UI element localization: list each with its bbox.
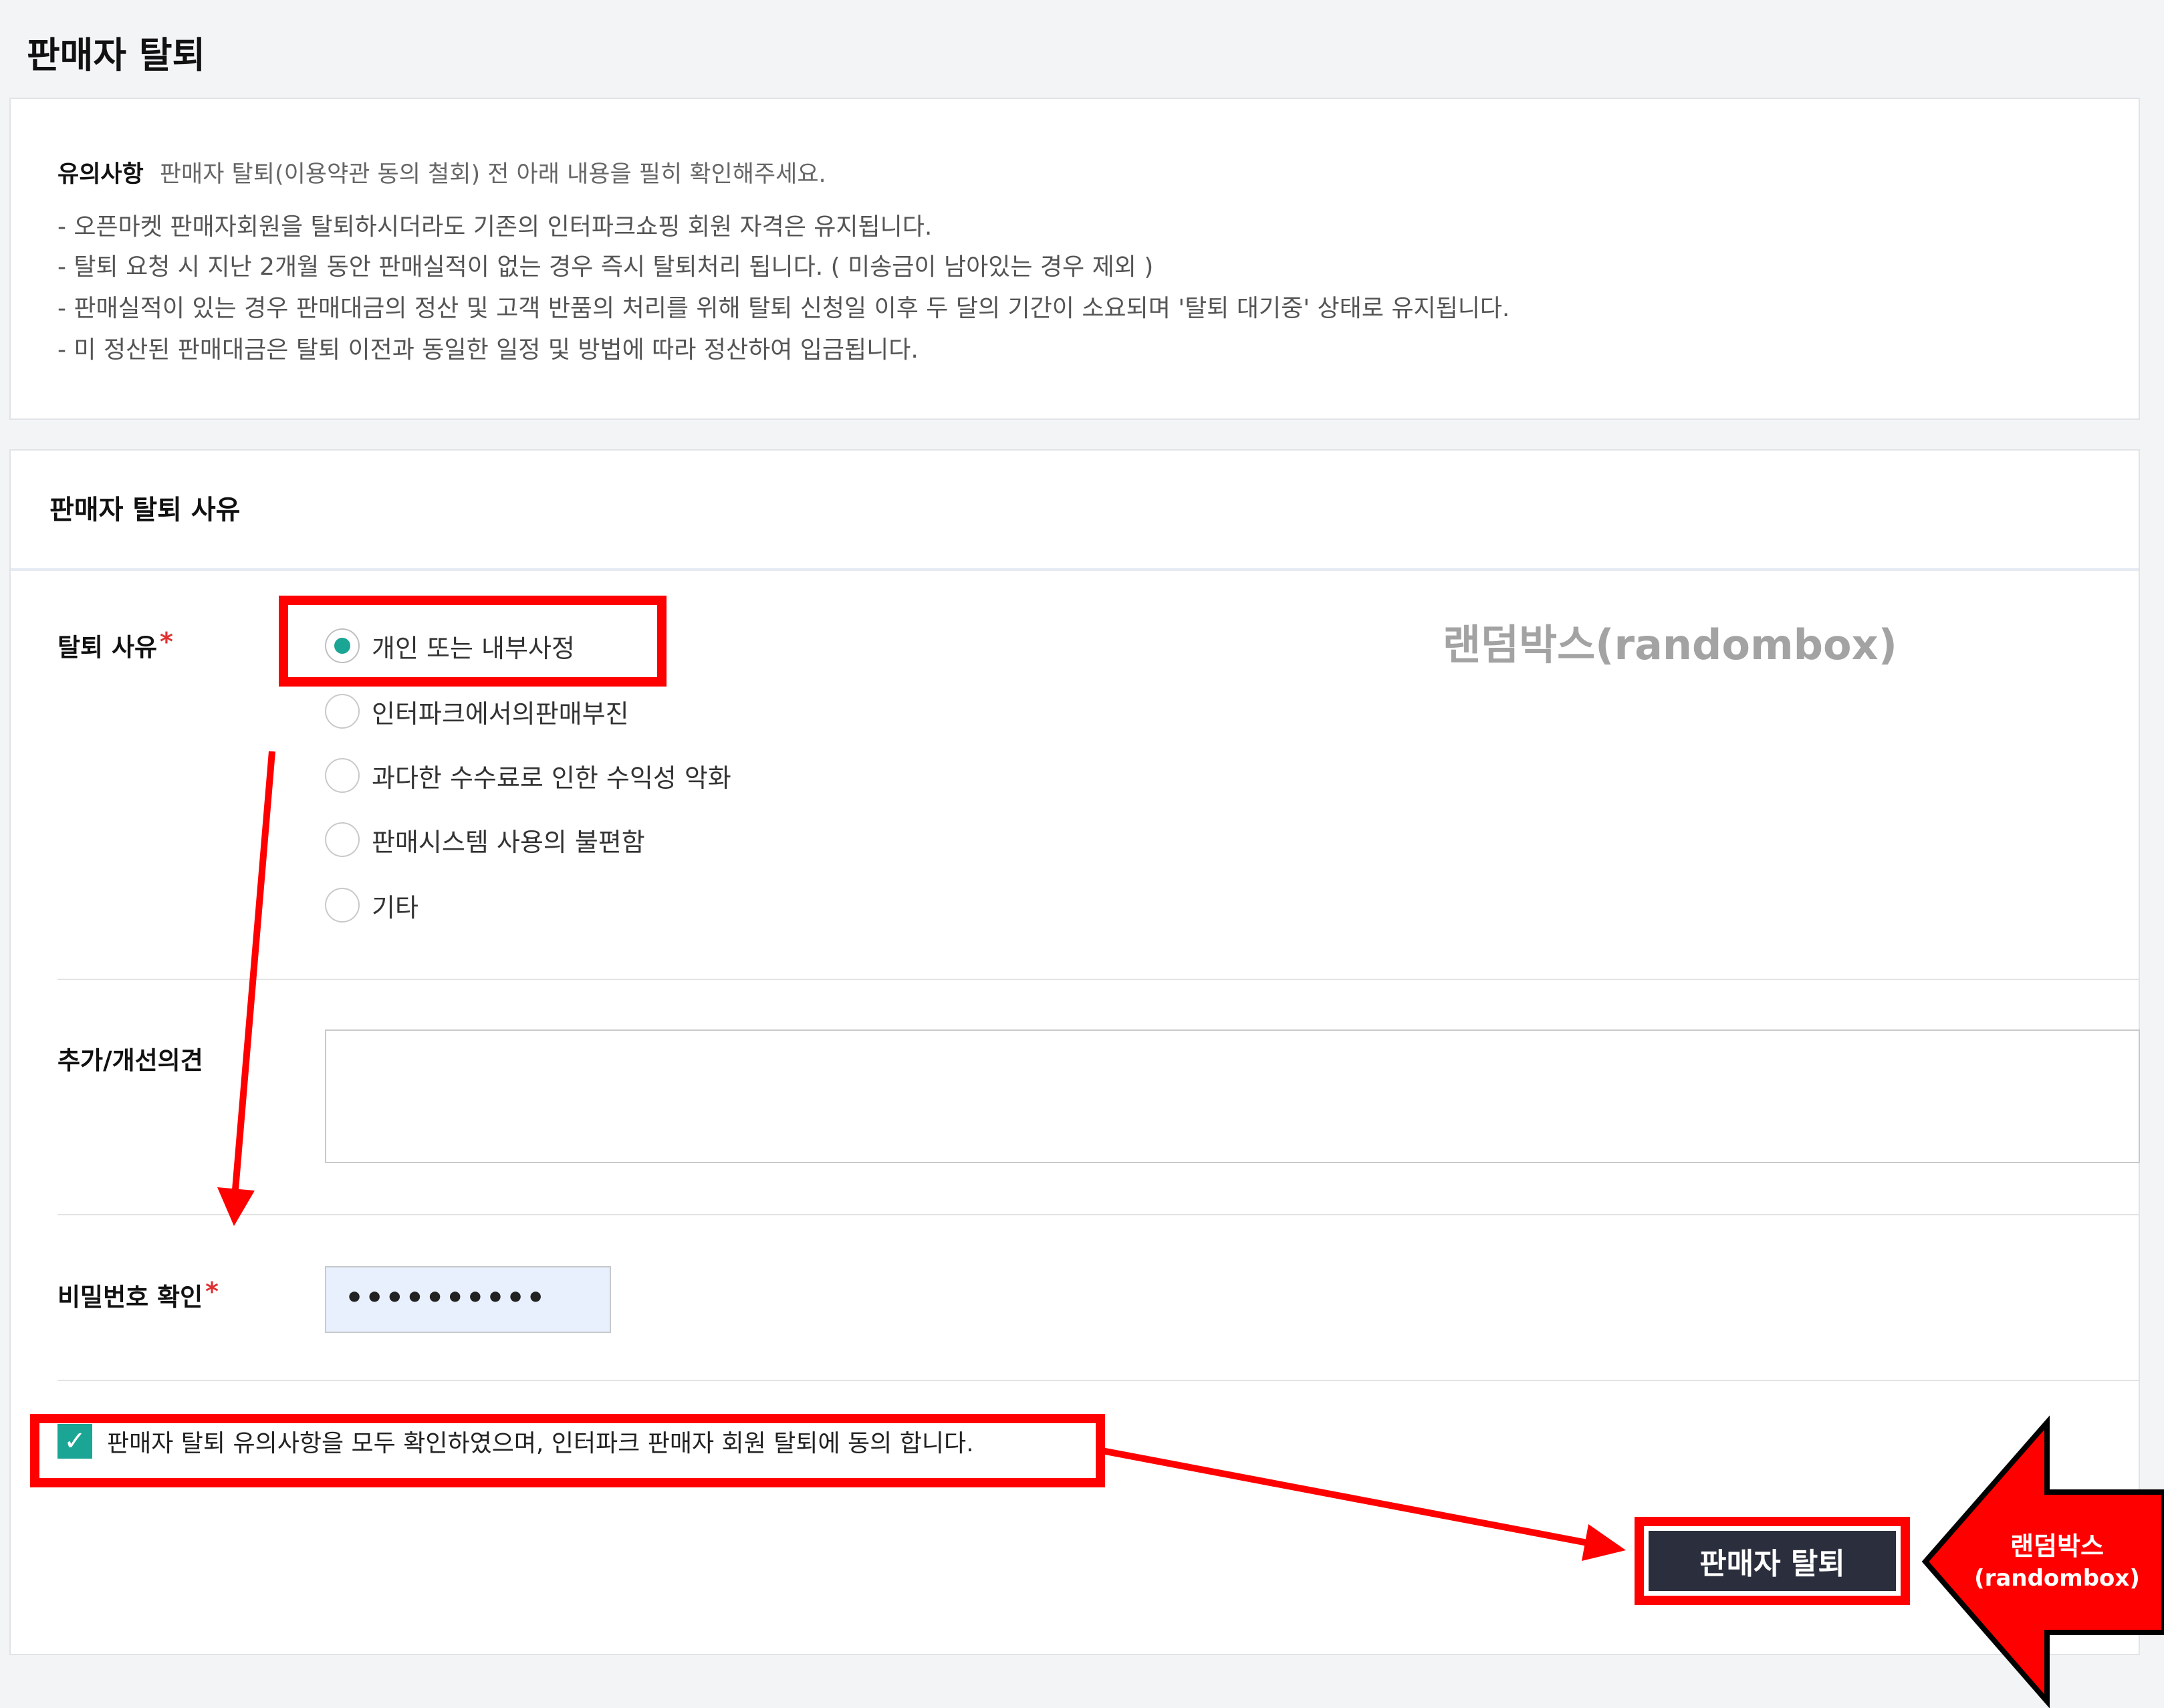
arrow-head-right bbox=[1582, 1524, 1626, 1561]
arrow-line-down bbox=[232, 751, 275, 1191]
highlight-box-submit bbox=[1635, 1517, 1910, 1605]
watermark-text: 랜덤박스(randombox) bbox=[1443, 620, 1897, 669]
arrow-caption-line2: (randombox) bbox=[1974, 1565, 2140, 1592]
highlight-box-reason bbox=[279, 596, 667, 687]
arrow-head-down bbox=[217, 1187, 255, 1226]
annotation-overlay bbox=[30, 596, 2164, 1708]
arrow-caption: 랜덤박스 (randombox) bbox=[1960, 1530, 2154, 1594]
arrow-line-right bbox=[1101, 1447, 1592, 1547]
highlight-box-agree bbox=[30, 1414, 1105, 1487]
arrow-caption-line1: 랜덤박스 bbox=[2010, 1532, 2104, 1561]
